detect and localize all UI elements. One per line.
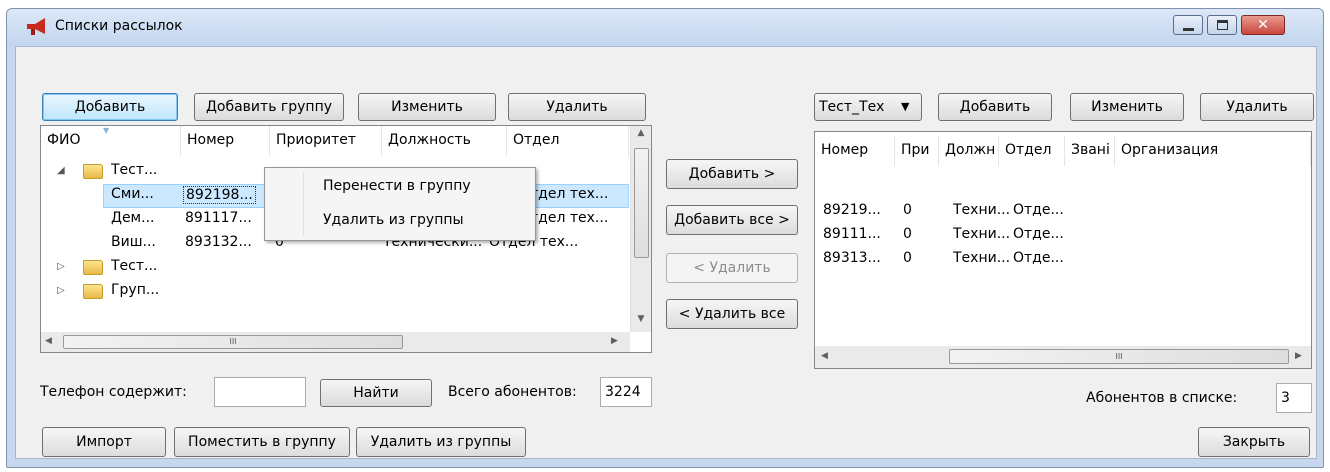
maximize-icon — [1217, 20, 1228, 30]
chevron-down-icon: ▼ — [901, 100, 910, 113]
menu-item-remove-from-group[interactable]: Удалить из группы — [323, 212, 464, 228]
column-header-number[interactable]: Номер — [181, 126, 270, 156]
add-button[interactable]: Добавить — [42, 93, 178, 121]
row-position: Техни... — [953, 226, 1011, 242]
find-button[interactable]: Найти — [320, 379, 432, 407]
scroll-right-icon[interactable]: ▶ — [611, 336, 618, 346]
right-edit-button[interactable]: Изменить — [1070, 93, 1184, 121]
in-list-value: 3 — [1276, 383, 1312, 413]
add-all-button[interactable]: Добавить все > — [666, 205, 798, 235]
group-name: Тест... — [111, 258, 158, 274]
close-button[interactable]: Закрыть — [1198, 427, 1310, 457]
column-header-organization[interactable]: Организация — [1115, 136, 1311, 166]
row-fio: Сми... — [111, 186, 154, 202]
scroll-thumb[interactable]: III — [63, 335, 403, 349]
column-header-priority[interactable]: При — [895, 136, 939, 166]
total-subscribers-label: Всего абонентов: — [448, 384, 577, 400]
remove-all-button[interactable]: < Удалить все — [666, 299, 798, 329]
put-in-group-button[interactable]: Поместить в группу — [174, 427, 350, 457]
column-header-position[interactable]: Должность — [382, 126, 507, 156]
row-fio: Дем... — [111, 210, 155, 226]
expand-right-icon: ▷ — [57, 261, 65, 272]
main-window: Списки рассылок ✕ Добавить Добавить груп… — [6, 8, 1324, 468]
in-list-label: Абонентов в списке: — [1086, 390, 1238, 406]
row-number: 89111... — [823, 226, 881, 242]
tree-group-row[interactable]: ▷ Груп... — [41, 280, 631, 304]
scroll-down-icon[interactable]: ▼ — [631, 314, 651, 324]
row-department: Отде... — [1013, 250, 1064, 266]
column-header-rank[interactable]: Звані — [1065, 136, 1115, 166]
row-priority: 0 — [903, 226, 912, 242]
phone-search-input[interactable] — [214, 377, 306, 407]
minimize-icon — [1183, 28, 1194, 31]
table-row[interactable]: 89219... 0 Техни... Отде... — [815, 200, 1311, 224]
scroll-thumb[interactable] — [634, 148, 649, 258]
column-header-department[interactable]: Отдел — [507, 126, 629, 156]
expand-down-icon: ◢ — [57, 165, 65, 176]
column-header-number[interactable]: Номер — [815, 136, 895, 166]
horizontal-scrollbar[interactable]: ◀ III ▶ — [815, 346, 1311, 368]
row-priority: 0 — [903, 202, 912, 218]
right-delete-button[interactable]: Удалить — [1200, 93, 1314, 121]
window-title: Списки рассылок — [55, 18, 183, 34]
context-menu: Перенести в группу Удалить из группы — [264, 167, 536, 241]
menu-item-move-to-group[interactable]: Перенести в группу — [323, 178, 471, 194]
group-name: Груп... — [111, 282, 160, 298]
folder-icon — [83, 260, 103, 275]
column-header-priority[interactable]: Приоритет — [270, 126, 382, 156]
menu-separator — [303, 172, 304, 236]
horizontal-scrollbar[interactable]: ◀ III ▶ — [41, 332, 630, 352]
row-department: Отде... — [1013, 202, 1064, 218]
right-add-button[interactable]: Добавить — [938, 93, 1052, 121]
row-number: 891117... — [185, 210, 252, 226]
list-members-table[interactable]: Номер При Должн Отдел Звані Организация … — [814, 131, 1312, 369]
import-button[interactable]: Импорт — [42, 427, 166, 457]
table-row[interactable]: 89313... 0 Техни... Отде... — [815, 248, 1311, 272]
edit-button[interactable]: Изменить — [358, 93, 496, 121]
row-position: Техни... — [953, 202, 1011, 218]
sort-arrow-icon: ▼ — [103, 126, 110, 135]
row-department: Отде... — [1013, 226, 1064, 242]
table-row[interactable]: 89111... 0 Техни... Отде... — [815, 224, 1311, 248]
scroll-up-icon[interactable]: ▲ — [631, 128, 651, 138]
scroll-right-icon[interactable]: ▶ — [1295, 351, 1302, 361]
close-icon: ✕ — [1257, 17, 1269, 33]
row-fio: Виш... — [111, 234, 156, 250]
group-name: Тест... — [111, 162, 158, 178]
row-number: 892198... — [183, 186, 256, 204]
vertical-scrollbar[interactable]: ▲ ▼ — [630, 126, 651, 332]
column-header-position[interactable]: Должн — [939, 136, 999, 166]
total-subscribers-value: 3224 — [600, 377, 652, 407]
tree-group-row[interactable]: ▷ Тест... — [41, 256, 631, 280]
megaphone-icon — [27, 18, 45, 35]
maximize-button[interactable] — [1207, 15, 1237, 35]
folder-icon — [83, 284, 103, 299]
folder-icon — [83, 164, 103, 179]
title-bar: Списки рассылок ✕ — [7, 9, 1323, 45]
expand-right-icon: ▷ — [57, 285, 65, 296]
row-number: 89219... — [823, 202, 881, 218]
remove-selected-button[interactable]: < Удалить — [666, 253, 798, 283]
row-number: 89313... — [823, 250, 881, 266]
scroll-left-icon[interactable]: ◀ — [45, 336, 52, 346]
column-header-fio[interactable]: ФИО — [41, 126, 181, 156]
add-group-button[interactable]: Добавить группу — [194, 93, 344, 121]
remove-from-group-button[interactable]: Удалить из группы — [356, 427, 526, 457]
add-selected-button[interactable]: Добавить > — [666, 159, 798, 189]
phone-contains-label: Телефон содержит: — [40, 384, 187, 400]
delete-button[interactable]: Удалить — [508, 93, 646, 121]
row-position: Техни... — [953, 250, 1011, 266]
close-window-button[interactable]: ✕ — [1241, 15, 1285, 35]
scroll-thumb[interactable]: III — [949, 349, 1289, 364]
row-priority: 0 — [903, 250, 912, 266]
selected-list-name: Тест_Тех — [819, 99, 885, 115]
client-area: Добавить Добавить группу Изменить Удалит… — [15, 46, 1317, 459]
scroll-left-icon[interactable]: ◀ — [821, 351, 828, 361]
row-number: 893132... — [185, 234, 252, 250]
column-header-department[interactable]: Отдел — [999, 136, 1065, 166]
minimize-button[interactable] — [1173, 15, 1203, 35]
mailing-list-select[interactable]: Тест_Тех ▼ — [814, 93, 922, 121]
